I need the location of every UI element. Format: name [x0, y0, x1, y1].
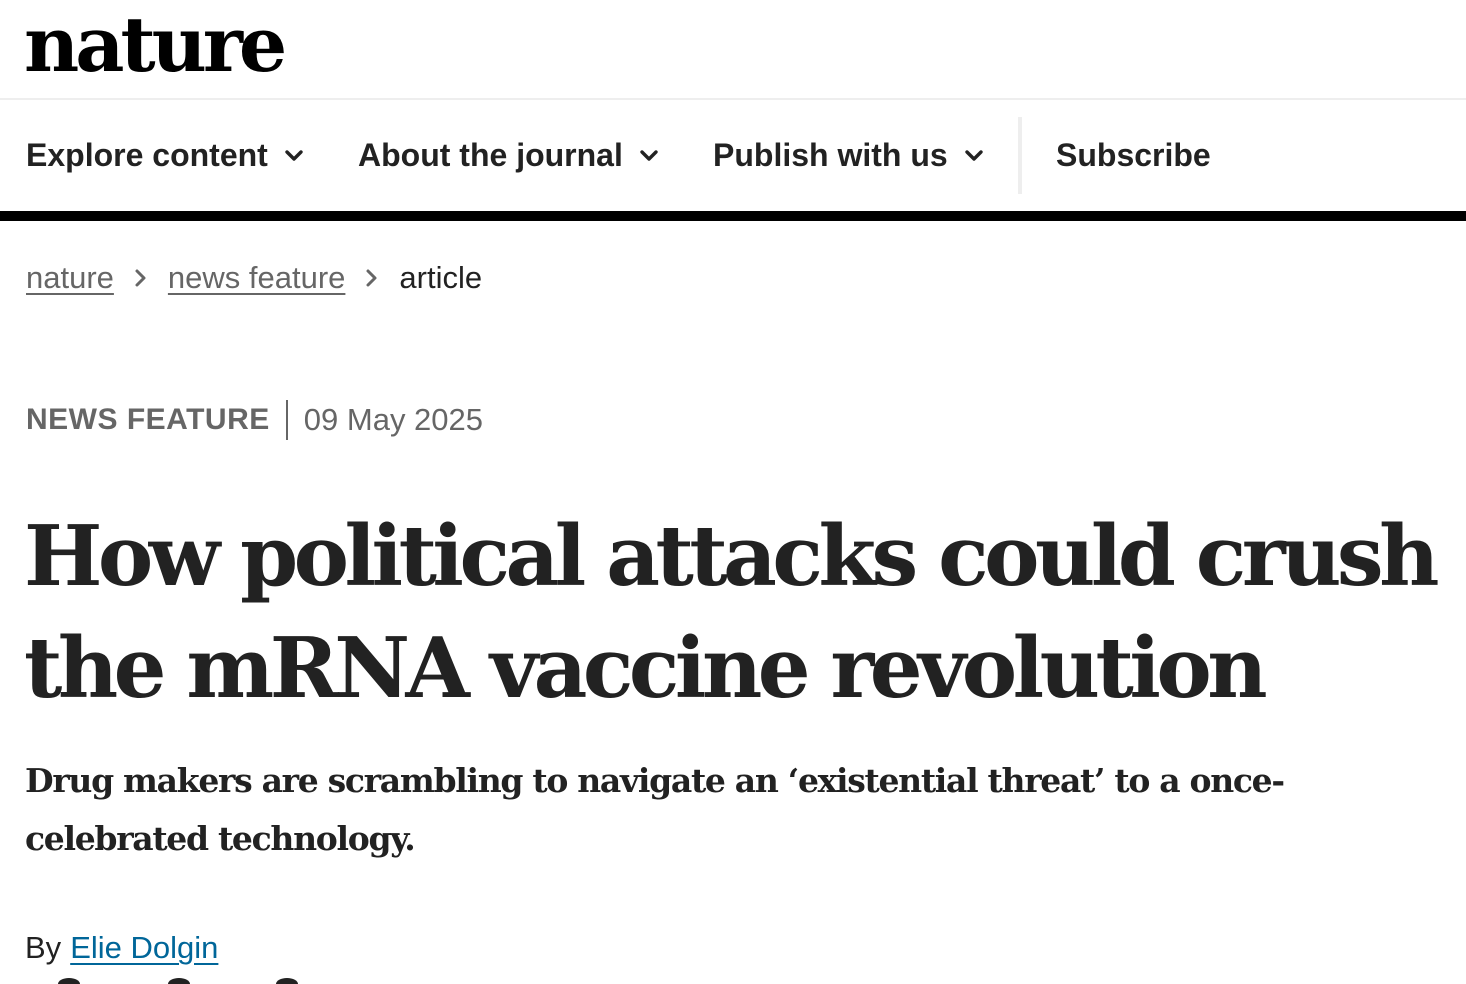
article-title: How political attacks could crush the mR…: [24, 507, 1440, 717]
nav-item-label: About the journal: [358, 137, 623, 173]
nav-item-label: Publish with us: [713, 137, 948, 173]
nav-divider: [1018, 117, 1022, 194]
breadcrumb-nature[interactable]: nature: [26, 260, 114, 296]
chevron-down-icon: [635, 142, 663, 170]
chevron-right-icon: [131, 265, 151, 291]
byline: By Elie Dolgin: [25, 926, 218, 970]
nav-item-label: Explore content: [26, 137, 268, 173]
nav-explore-content[interactable]: Explore content: [26, 100, 308, 211]
article-meta: NEWS FEATURE 09 May 2025: [26, 398, 483, 442]
breadcrumb-current: article: [399, 260, 483, 295]
publish-date: 09 May 2025: [303, 402, 484, 437]
author-avatars-peek: [0, 978, 1466, 984]
site-header: nature: [0, 0, 1466, 100]
byline-prefix: By: [25, 930, 62, 965]
article-type: NEWS FEATURE: [26, 403, 270, 436]
subscribe-link[interactable]: Subscribe: [1056, 100, 1211, 211]
avatar-edge: [168, 978, 190, 984]
nav-publish-with-us[interactable]: Publish with us: [713, 100, 988, 211]
author-link[interactable]: Elie Dolgin: [70, 930, 218, 966]
chevron-right-icon: [362, 265, 382, 291]
avatar-edge: [276, 978, 298, 984]
chevron-down-icon: [280, 142, 308, 170]
main-nav: Explore content About the journal Publis…: [0, 100, 1466, 221]
article-standfirst: Drug makers are scrambling to navigate a…: [25, 761, 1285, 858]
chevron-down-icon: [960, 142, 988, 170]
breadcrumb: nature news feature article: [26, 256, 482, 300]
subscribe-label: Subscribe: [1056, 137, 1211, 173]
breadcrumb-news-feature[interactable]: news feature: [168, 260, 346, 296]
avatar-edge: [58, 978, 80, 984]
nav-about-the-journal[interactable]: About the journal: [358, 100, 663, 211]
nature-logo[interactable]: nature: [24, 0, 287, 90]
meta-divider: [285, 400, 288, 440]
